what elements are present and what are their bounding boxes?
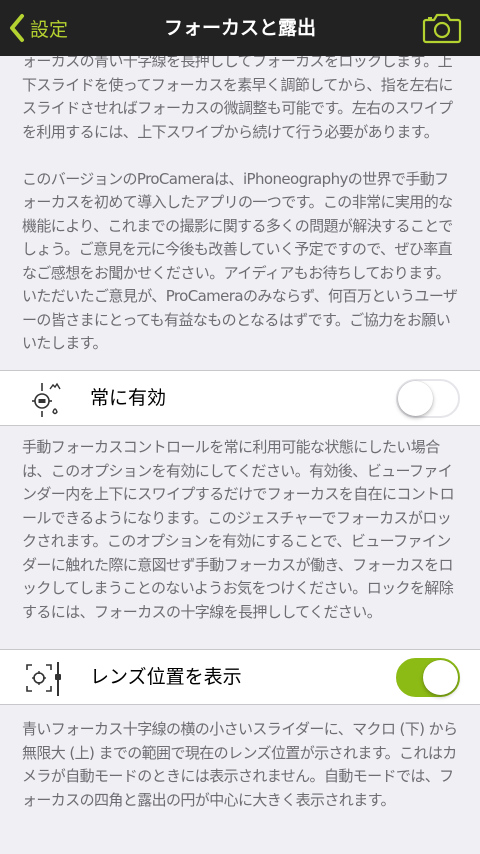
settings-screen: 設定 フォーカスと露出 ォーカスの青い十字線を長押ししてフォーカスをロックします… bbox=[0, 0, 480, 854]
chevron-left-icon bbox=[10, 14, 24, 42]
camera-icon[interactable] bbox=[422, 11, 462, 45]
always-on-toggle[interactable] bbox=[396, 379, 460, 418]
lens-position-icon bbox=[26, 662, 61, 696]
toggle-knob bbox=[398, 381, 433, 416]
always-on-label: 常に有効 bbox=[90, 387, 167, 409]
back-button[interactable]: 設定 bbox=[8, 8, 68, 48]
intro-description: ォーカスの青い十字線を長押ししてフォーカスをロックします。上下スライドを使ってフ… bbox=[22, 50, 462, 356]
back-label: 設定 bbox=[30, 18, 69, 41]
page-title: フォーカスと露出 bbox=[163, 17, 316, 39]
always-on-description-text: 手動フォーカスコントロールを常に利用可能な状態にしたい場合は、このオプションを有… bbox=[22, 438, 455, 621]
toggle-knob bbox=[423, 660, 458, 695]
settings-content: ォーカスの青い十字線を長押ししてフォーカスをロックします。上下スライドを使ってフ… bbox=[0, 52, 480, 854]
navigation-bar: 設定 フォーカスと露出 bbox=[0, 0, 480, 56]
lens-position-row[interactable]: レンズ位置を表示 bbox=[0, 649, 480, 705]
lens-position-toggle[interactable] bbox=[396, 658, 460, 697]
intro-paragraph-2: このバージョンのProCameraは、iPhoneographyの世界で手動フォ… bbox=[22, 169, 458, 353]
lens-position-description: 青いフォーカス十字線の横の小さいスライダーに、マクロ (下) から無限大 (上)… bbox=[22, 718, 462, 812]
always-on-description: 手動フォーカスコントロールを常に利用可能な状態にしたい場合は、このオプションを有… bbox=[22, 436, 462, 624]
lens-position-description-text: 青いフォーカス十字線の横の小さいスライダーに、マクロ (下) から無限大 (上)… bbox=[22, 720, 458, 809]
lens-position-label: レンズ位置を表示 bbox=[90, 666, 242, 688]
manual-focus-icon bbox=[32, 382, 61, 417]
intro-paragraph-1: ォーカスの青い十字線を長押ししてフォーカスをロックします。上下スライドを使ってフ… bbox=[22, 52, 453, 141]
always-on-row[interactable]: 常に有効 bbox=[0, 370, 480, 426]
